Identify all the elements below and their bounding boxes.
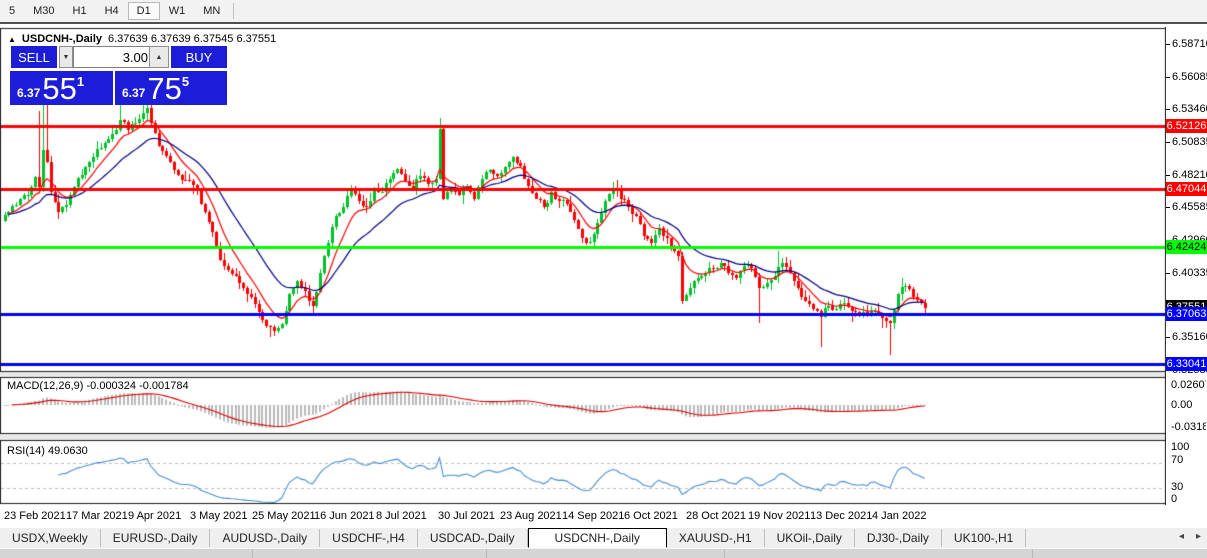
timeframe-button-5[interactable]: 5	[0, 2, 24, 20]
date-label: 30 Jul 2021	[438, 510, 495, 522]
indicator-axis-label: 70	[1171, 454, 1206, 467]
indicator-axis-label: -0.031872	[1171, 421, 1206, 434]
collapse-icon[interactable]: ▲	[8, 35, 16, 44]
chart-tab-uk100-h1[interactable]: UK100-,H1	[942, 529, 1026, 547]
date-label: 23 Feb 2021	[4, 510, 66, 522]
date-label: 3 May 2021	[190, 510, 247, 522]
status-bar	[0, 548, 1207, 558]
date-label: 13 Dec 2021	[810, 510, 872, 522]
chart-symbol-title: USDCNH-,Daily	[22, 33, 102, 45]
date-label: 19 Nov 2021	[748, 510, 810, 522]
timeframe-button-d1[interactable]: D1	[128, 2, 160, 20]
bid-price-prefix: 6.37	[17, 86, 40, 100]
price-tick-label: 6.40335	[1172, 266, 1206, 280]
chart-tab-xauusd-h1[interactable]: XAUUSD-,H1	[667, 529, 765, 547]
timeframe-button-mn[interactable]: MN	[194, 2, 229, 20]
price-tick-label: 6.48210	[1172, 168, 1206, 182]
buy-button[interactable]: BUY	[171, 46, 227, 68]
sell-button[interactable]: SELL	[11, 46, 57, 68]
ask-price-big: 75	[147, 74, 181, 104]
price-tick-label: 6.45585	[1172, 200, 1206, 214]
timeframe-button-h1[interactable]: H1	[64, 2, 96, 20]
status-divider	[1032, 549, 1033, 558]
chart-tab-dj30-daily[interactable]: DJ30-,Daily	[855, 529, 942, 547]
ask-price-prefix: 6.37	[122, 86, 145, 100]
rsi-name: RSI(14)	[7, 445, 45, 457]
date-label: 14 Sep 2021	[562, 510, 624, 522]
date-label: 17 Mar 2021	[66, 510, 128, 522]
indicator-axis-label: 0.00	[1171, 399, 1206, 412]
chart-tab-bar: USDX,WeeklyEURUSD-,DailyAUDUSD-,DailyUSD…	[0, 528, 1207, 548]
chart-tab-usdchf-h4[interactable]: USDCHF-,H4	[320, 529, 418, 547]
price-tick-mark	[1166, 109, 1170, 110]
tab-scroll-arrows: ◂ ▸	[1179, 531, 1201, 542]
volume-input[interactable]	[73, 46, 155, 68]
indicator-axis-label: 100	[1171, 441, 1206, 454]
price-level-badge: 6.42424	[1166, 240, 1207, 254]
date-label: 4 Jan 2022	[872, 510, 926, 522]
ask-price-pip: 5	[182, 74, 189, 89]
macd-values: -0.000324 -0.001784	[86, 380, 188, 392]
date-label: 8 Jul 2021	[376, 510, 427, 522]
date-label: 28 Oct 2021	[686, 510, 746, 522]
macd-indicator-label: MACD(12,26,9) -0.000324 -0.001784	[7, 380, 189, 392]
timeframe-button-m30[interactable]: M30	[24, 2, 63, 20]
price-tick-mark	[1166, 77, 1170, 78]
timeframe-button-w1[interactable]: W1	[160, 2, 195, 20]
one-click-trade-panel: SELL ▼ ▲ BUY 6.37 55 1 6.37 75 5	[8, 46, 227, 104]
price-tick-mark	[1166, 142, 1170, 143]
volume-increase-button[interactable]: ▲	[149, 46, 169, 68]
date-label: 6 Oct 2021	[624, 510, 678, 522]
chart-ohlc-quote: 6.37639 6.37639 6.37545 6.37551	[108, 33, 276, 45]
chart-tab-eurusd-daily[interactable]: EURUSD-,Daily	[101, 529, 211, 547]
timeframe-toolbar: 5M30H1H4D1W1MN	[0, 0, 1207, 24]
price-tick-label: 6.35160	[1172, 330, 1206, 344]
chart-tab-usdcad-daily[interactable]: USDCAD-,Daily	[418, 529, 528, 547]
date-label: 16 Jun 2021	[314, 510, 375, 522]
status-divider	[486, 549, 487, 558]
rsi-indicator-label: RSI(14) 49.0630	[7, 445, 88, 457]
toolbar-separator	[233, 3, 234, 19]
indicator-axis-label: 0.02607	[1171, 379, 1206, 392]
price-level-badge: 6.33041	[1166, 357, 1207, 371]
price-tick-label: 6.56085	[1172, 70, 1206, 84]
chart-tab-usdx-weekly[interactable]: USDX,Weekly	[0, 529, 101, 547]
arrow-up-icon: ▲	[156, 54, 163, 61]
volume-decrease-button[interactable]: ▼	[59, 46, 73, 68]
date-label: 9 Apr 2021	[128, 510, 181, 522]
chart-tab-ukoil-daily[interactable]: UKOil-,Daily	[765, 529, 855, 547]
chart-tab-usdcnh-daily[interactable]: USDCNH-,Daily	[528, 528, 667, 548]
macd-name: MACD(12,26,9)	[7, 380, 83, 392]
price-tick-mark	[1166, 175, 1170, 176]
chart-header: ▲ USDCNH-,Daily 6.37639 6.37639 6.37545 …	[8, 33, 276, 45]
tab-scroll-right-icon[interactable]: ▸	[1196, 531, 1201, 542]
chart-tab-audusd-daily[interactable]: AUDUSD-,Daily	[210, 529, 320, 547]
price-level-badge: 6.52126	[1166, 119, 1207, 133]
arrow-down-icon: ▼	[63, 54, 70, 61]
price-tick-mark	[1166, 207, 1170, 208]
price-tick-label: 6.58710	[1172, 37, 1206, 51]
price-tick-mark	[1166, 273, 1170, 274]
status-divider	[724, 549, 725, 558]
date-axis: 23 Feb 202117 Mar 20219 Apr 2021 3 May 20…	[0, 505, 1166, 528]
status-divider	[252, 549, 253, 558]
bid-price-box[interactable]: 6.37 55 1	[10, 71, 113, 105]
date-label: 25 May 2021	[252, 510, 316, 522]
ask-price-box[interactable]: 6.37 75 5	[115, 71, 227, 105]
chart-tabs: USDX,WeeklyEURUSD-,DailyAUDUSD-,DailyUSD…	[0, 528, 1026, 548]
price-level-badge: 6.37063	[1166, 307, 1207, 321]
tab-scroll-left-icon[interactable]: ◂	[1179, 531, 1184, 542]
price-tick-label: 6.50835	[1172, 135, 1206, 149]
price-level-badge: 6.47044	[1166, 182, 1207, 196]
bid-price-pip: 1	[77, 74, 84, 89]
timeframe-button-h4[interactable]: H4	[96, 2, 128, 20]
price-tick-mark	[1166, 44, 1170, 45]
price-tick-mark	[1166, 337, 1170, 338]
indicator-axis-label: 0	[1171, 493, 1206, 506]
date-label: 23 Aug 2021	[500, 510, 562, 522]
bid-price-big: 55	[42, 74, 76, 104]
price-tick-label: 6.53460	[1172, 102, 1206, 116]
mt4-window: 5M30H1H4D1W1MN ▲ USDCNH-,Daily 6.37639 6…	[0, 0, 1207, 558]
rsi-value: 49.0630	[48, 445, 88, 457]
